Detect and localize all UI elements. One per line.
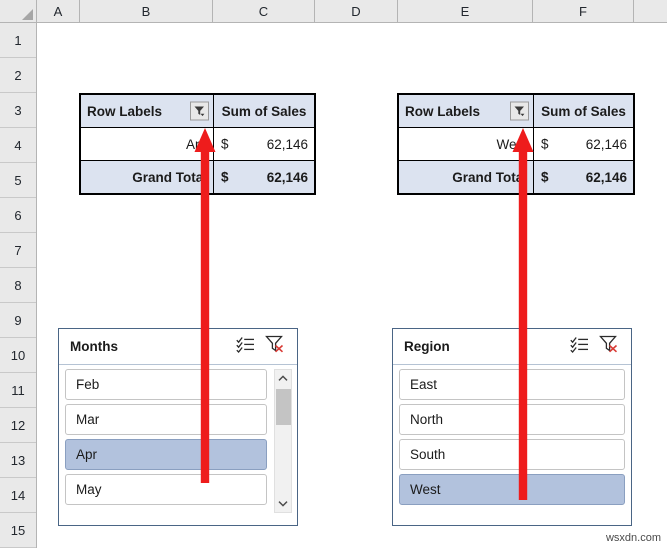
slicer-item-apr[interactable]: Apr — [65, 439, 267, 470]
row-header-11[interactable]: 11 — [0, 373, 36, 408]
row-header-4[interactable]: 4 — [0, 128, 36, 163]
pivot-row-labels-text: Row Labels — [87, 103, 163, 119]
slicer-item-label: Mar — [76, 412, 100, 427]
pivot-value-header[interactable]: Sum of Sales — [533, 94, 634, 128]
column-header-d[interactable]: D — [315, 0, 398, 22]
currency-symbol: $ — [541, 136, 549, 152]
arrow-region-slicer-to-pivot — [512, 128, 534, 500]
row-header-14[interactable]: 14 — [0, 478, 36, 513]
slicer-item-may[interactable]: May — [65, 474, 267, 505]
pivot-row-labels-header[interactable]: Row Labels — [398, 94, 534, 128]
select-all-triangle-icon — [22, 9, 33, 20]
column-header-strip: A B C D E F — [0, 0, 667, 23]
filter-dropdown-icon[interactable] — [510, 101, 529, 121]
slicer-item-label: West — [410, 482, 441, 497]
slicer-item-mar[interactable]: Mar — [65, 404, 267, 435]
slicer-header: Months — [59, 329, 297, 365]
slicer-item-label: Apr — [76, 447, 98, 462]
row-header-12[interactable]: 12 — [0, 408, 36, 443]
row-header-6[interactable]: 6 — [0, 198, 36, 233]
row-header-3[interactable]: 3 — [0, 93, 36, 128]
row-header-2[interactable]: 2 — [0, 58, 36, 93]
slicer-header-icons — [236, 335, 289, 358]
pivot-row-value-cell[interactable]: $ 62,146 — [213, 127, 315, 161]
column-header-a[interactable]: A — [37, 0, 80, 22]
pivot-grand-total-value[interactable]: $ 62,146 — [213, 160, 315, 194]
select-all-corner-button[interactable] — [0, 0, 37, 22]
filter-dropdown-icon[interactable] — [190, 101, 209, 121]
scroll-down-arrow-icon[interactable] — [275, 495, 291, 512]
pivot-header-row: Row Labels Sum of Sales — [80, 94, 315, 128]
pivot-total-text: 62,146 — [266, 169, 308, 185]
column-header-c[interactable]: C — [213, 0, 315, 22]
pivot-header-row: Row Labels Sum of Sales — [398, 94, 634, 128]
row-header-15[interactable]: 15 — [0, 513, 36, 548]
row-header-10[interactable]: 10 — [0, 338, 36, 373]
slicer-item-label: East — [410, 377, 438, 392]
column-header-g[interactable] — [634, 0, 667, 22]
column-header-f[interactable]: F — [533, 0, 634, 22]
worksheet-grid: Row Labels Sum of Sales Apr $ 62,146 Gra… — [37, 23, 667, 548]
pivot-value-header[interactable]: Sum of Sales — [213, 94, 315, 128]
pivot-row-labels-text: Row Labels — [405, 103, 481, 119]
slicer-header-icons — [570, 335, 623, 358]
pivot-total-text: 62,146 — [585, 169, 627, 185]
clear-filter-icon[interactable] — [599, 335, 619, 358]
slicer-scroll-thumb[interactable] — [276, 389, 291, 425]
slicer-item-feb[interactable]: Feb — [65, 369, 267, 400]
scroll-up-arrow-icon[interactable] — [275, 370, 291, 387]
arrow-months-slicer-to-pivot — [194, 128, 216, 483]
row-header-8[interactable]: 8 — [0, 268, 36, 303]
row-header-13[interactable]: 13 — [0, 443, 36, 478]
row-header-1[interactable]: 1 — [0, 23, 36, 58]
currency-symbol: $ — [221, 169, 229, 185]
slicer-item-label: South — [410, 447, 446, 462]
slicer-item-label: North — [410, 412, 444, 427]
multi-select-icon[interactable] — [236, 336, 255, 358]
spreadsheet-canvas: A B C D E F 1 2 3 4 5 6 7 8 9 10 11 12 1… — [0, 0, 667, 548]
clear-filter-icon[interactable] — [265, 335, 285, 358]
site-watermark: wsxdn.com — [605, 532, 661, 544]
slicer-item-label: May — [76, 482, 102, 497]
currency-symbol: $ — [221, 136, 229, 152]
multi-select-icon[interactable] — [570, 336, 589, 358]
pivot-value-text: 62,146 — [585, 136, 627, 152]
pivot-grand-total-value[interactable]: $ 62,146 — [533, 160, 634, 194]
row-header-9[interactable]: 9 — [0, 303, 36, 338]
column-header-b[interactable]: B — [80, 0, 213, 22]
pivot-row-value-cell[interactable]: $ 62,146 — [533, 127, 634, 161]
row-header-5[interactable]: 5 — [0, 163, 36, 198]
row-header-7[interactable]: 7 — [0, 233, 36, 268]
row-header-strip: 1 2 3 4 5 6 7 8 9 10 11 12 13 14 15 — [0, 23, 37, 548]
currency-symbol: $ — [541, 169, 549, 185]
slicer-title: Region — [404, 339, 450, 354]
slicer-months[interactable]: Months Feb Mar Apr May — [58, 328, 298, 526]
slicer-item-label: Feb — [76, 377, 100, 392]
slicer-scrollbar[interactable] — [274, 369, 292, 513]
slicer-item-list: Feb Mar Apr May — [59, 365, 297, 515]
pivot-row-labels-header[interactable]: Row Labels — [80, 94, 214, 128]
pivot-value-text: 62,146 — [266, 136, 308, 152]
column-header-e[interactable]: E — [398, 0, 533, 22]
